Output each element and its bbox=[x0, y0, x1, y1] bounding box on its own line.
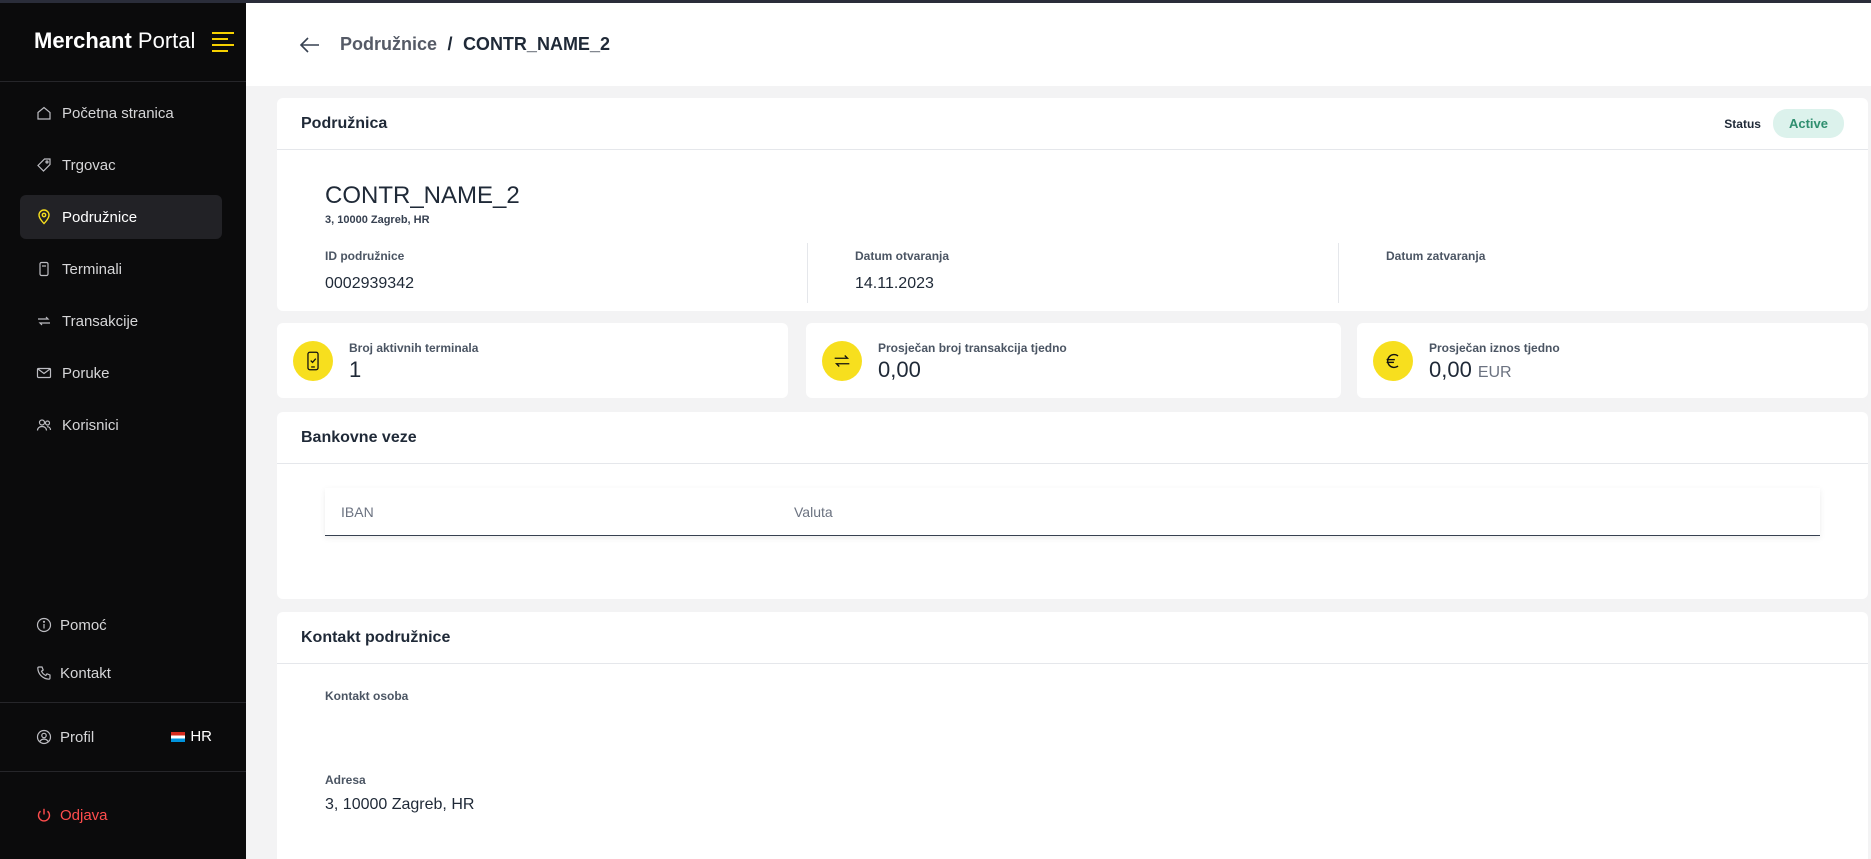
brand-bold: Merchant bbox=[34, 27, 132, 53]
contact-address-value: 3, 10000 Zagreb, HR bbox=[325, 796, 475, 813]
stat-value: 0,00 EUR bbox=[1429, 357, 1512, 382]
status-badge: Active bbox=[1772, 109, 1844, 138]
column-divider bbox=[807, 243, 808, 303]
location-id-value: 0002939342 bbox=[325, 275, 414, 292]
column-divider bbox=[1338, 243, 1339, 303]
euro-icon bbox=[1373, 341, 1413, 381]
sidebar-item-terminals[interactable]: Terminali bbox=[20, 247, 222, 291]
back-arrow-icon[interactable] bbox=[298, 33, 322, 57]
page-header: Podružnice / CONTR_NAME_2 bbox=[246, 3, 1871, 86]
sidebar-item-label: Korisnici bbox=[62, 416, 119, 434]
location-card: Podružnica Status Active CONTR_NAME_2 3,… bbox=[277, 98, 1868, 311]
bank-table-header: IBAN Valuta bbox=[325, 488, 1820, 536]
users-icon bbox=[36, 417, 52, 433]
sidebar: Merchant Portal Početna stranica Trgovac… bbox=[0, 0, 246, 859]
opening-date-label: Datum otvaranja bbox=[855, 249, 950, 263]
mail-icon bbox=[36, 365, 52, 381]
breadcrumb: Podružnice / CONTR_NAME_2 bbox=[340, 34, 610, 55]
status: Status Active bbox=[1724, 109, 1844, 138]
stat-avg-transactions: Prosječan broj transakcija tjedno 0,00 bbox=[806, 323, 1341, 398]
sidebar-item-contact[interactable]: Kontakt bbox=[0, 651, 246, 695]
brand: Merchant Portal bbox=[0, 0, 246, 82]
breadcrumb-parent[interactable]: Podružnice bbox=[340, 34, 437, 54]
profile-label: Profil bbox=[60, 728, 95, 746]
closing-date-label: Datum zatvaranja bbox=[1386, 249, 1486, 263]
contact-person-label: Kontakt osoba bbox=[325, 689, 409, 703]
user-circle-icon bbox=[36, 729, 52, 745]
sidebar-item-label: Početna stranica bbox=[62, 104, 174, 122]
opening-date-field: Datum otvaranja 14.11.2023 bbox=[855, 243, 949, 303]
breadcrumb-separator: / bbox=[447, 34, 453, 54]
sidebar-divider bbox=[0, 702, 246, 703]
breadcrumb-current: CONTR_NAME_2 bbox=[462, 34, 610, 54]
stat-label: Prosječan iznos tjedno bbox=[1429, 341, 1560, 355]
sidebar-item-messages[interactable]: Poruke bbox=[20, 351, 222, 395]
tag-icon bbox=[36, 157, 52, 173]
transfer-arrows-icon bbox=[822, 341, 862, 381]
contact-card-title: Kontakt podružnice bbox=[301, 628, 451, 646]
transfer-arrows-icon bbox=[36, 313, 52, 329]
sidebar-item-locations[interactable]: Podružnice bbox=[20, 195, 222, 239]
brand-light: Portal bbox=[137, 27, 196, 53]
power-icon bbox=[36, 807, 52, 823]
column-header-iban[interactable]: IBAN bbox=[341, 504, 374, 520]
stat-value: 1 bbox=[349, 357, 362, 382]
help-label: Pomoć bbox=[60, 616, 107, 634]
sidebar-item-label: Trgovac bbox=[62, 156, 116, 174]
sidebar-item-label: Transakcije bbox=[62, 312, 139, 330]
sidebar-item-label: Terminali bbox=[62, 260, 123, 278]
stat-label: Broj aktivnih terminala bbox=[349, 341, 479, 355]
stat-avg-amount: Prosječan iznos tjedno 0,00 EUR bbox=[1357, 323, 1868, 398]
stat-active-terminals: Broj aktivnih terminala 1 bbox=[277, 323, 788, 398]
location-card-header: Podružnica Status Active bbox=[277, 98, 1868, 150]
home-icon bbox=[36, 105, 52, 121]
sidebar-item-transactions[interactable]: Transakcije bbox=[20, 299, 222, 343]
stat-label: Prosječan broj transakcija tjedno bbox=[878, 341, 1067, 355]
logout-button[interactable]: Odjava bbox=[0, 793, 246, 837]
contact-address-label: Adresa bbox=[325, 773, 366, 787]
location-address: 3, 10000 Zagreb, HR bbox=[325, 214, 430, 226]
opening-date-value: 14.11.2023 bbox=[855, 275, 934, 292]
sidebar-support: Pomoć Kontakt bbox=[0, 603, 246, 695]
location-contact-card: Kontakt podružnice Kontakt osoba Adresa … bbox=[277, 612, 1868, 859]
location-id-label: ID podružnice bbox=[325, 249, 405, 263]
language-code: HR bbox=[190, 728, 212, 745]
sidebar-item-help[interactable]: Pomoć bbox=[0, 603, 246, 647]
stat-value: 0,00 bbox=[878, 357, 921, 382]
location-name: CONTR_NAME_2 bbox=[325, 182, 520, 209]
sidebar-item-label: Podružnice bbox=[62, 208, 138, 226]
croatia-flag-icon bbox=[171, 731, 186, 742]
sidebar-item-home[interactable]: Početna stranica bbox=[20, 91, 222, 135]
location-card-title: Podružnica bbox=[301, 114, 388, 132]
terminal-check-icon bbox=[293, 341, 333, 381]
status-label: Status bbox=[1724, 116, 1761, 131]
window-top-border bbox=[0, 0, 1871, 3]
bank-connections-card: Bankovne veze IBAN Valuta bbox=[277, 412, 1868, 599]
logout-label: Odjava bbox=[60, 806, 108, 824]
currency-unit: EUR bbox=[1477, 364, 1512, 381]
sidebar-item-profile[interactable]: Profil HR bbox=[0, 715, 246, 759]
column-header-currency[interactable]: Valuta bbox=[794, 504, 833, 520]
sidebar-item-label: Poruke bbox=[62, 364, 110, 382]
sidebar-item-users[interactable]: Korisnici bbox=[20, 403, 222, 447]
bank-card-header: Bankovne veze bbox=[277, 412, 1868, 464]
location-pin-icon bbox=[36, 209, 52, 225]
bank-card-title: Bankovne veze bbox=[301, 428, 417, 446]
sidebar-nav: Početna stranica Trgovac Podružnice Term… bbox=[20, 83, 222, 447]
sidebar-item-merchant[interactable]: Trgovac bbox=[20, 143, 222, 187]
closing-date-field: Datum zatvaranja bbox=[1386, 243, 1485, 303]
location-id-field: ID podružnice 0002939342 bbox=[325, 243, 414, 303]
brand-logo[interactable]: Merchant Portal bbox=[34, 28, 195, 54]
sidebar-divider bbox=[0, 771, 246, 772]
contact-card-header: Kontakt podružnice bbox=[277, 612, 1868, 664]
phone-icon bbox=[36, 665, 52, 681]
language-switcher[interactable]: HR bbox=[171, 728, 212, 745]
contact-label: Kontakt bbox=[60, 664, 111, 682]
terminal-icon bbox=[36, 261, 52, 277]
menu-toggle-icon[interactable] bbox=[212, 32, 234, 52]
info-icon bbox=[36, 617, 52, 633]
